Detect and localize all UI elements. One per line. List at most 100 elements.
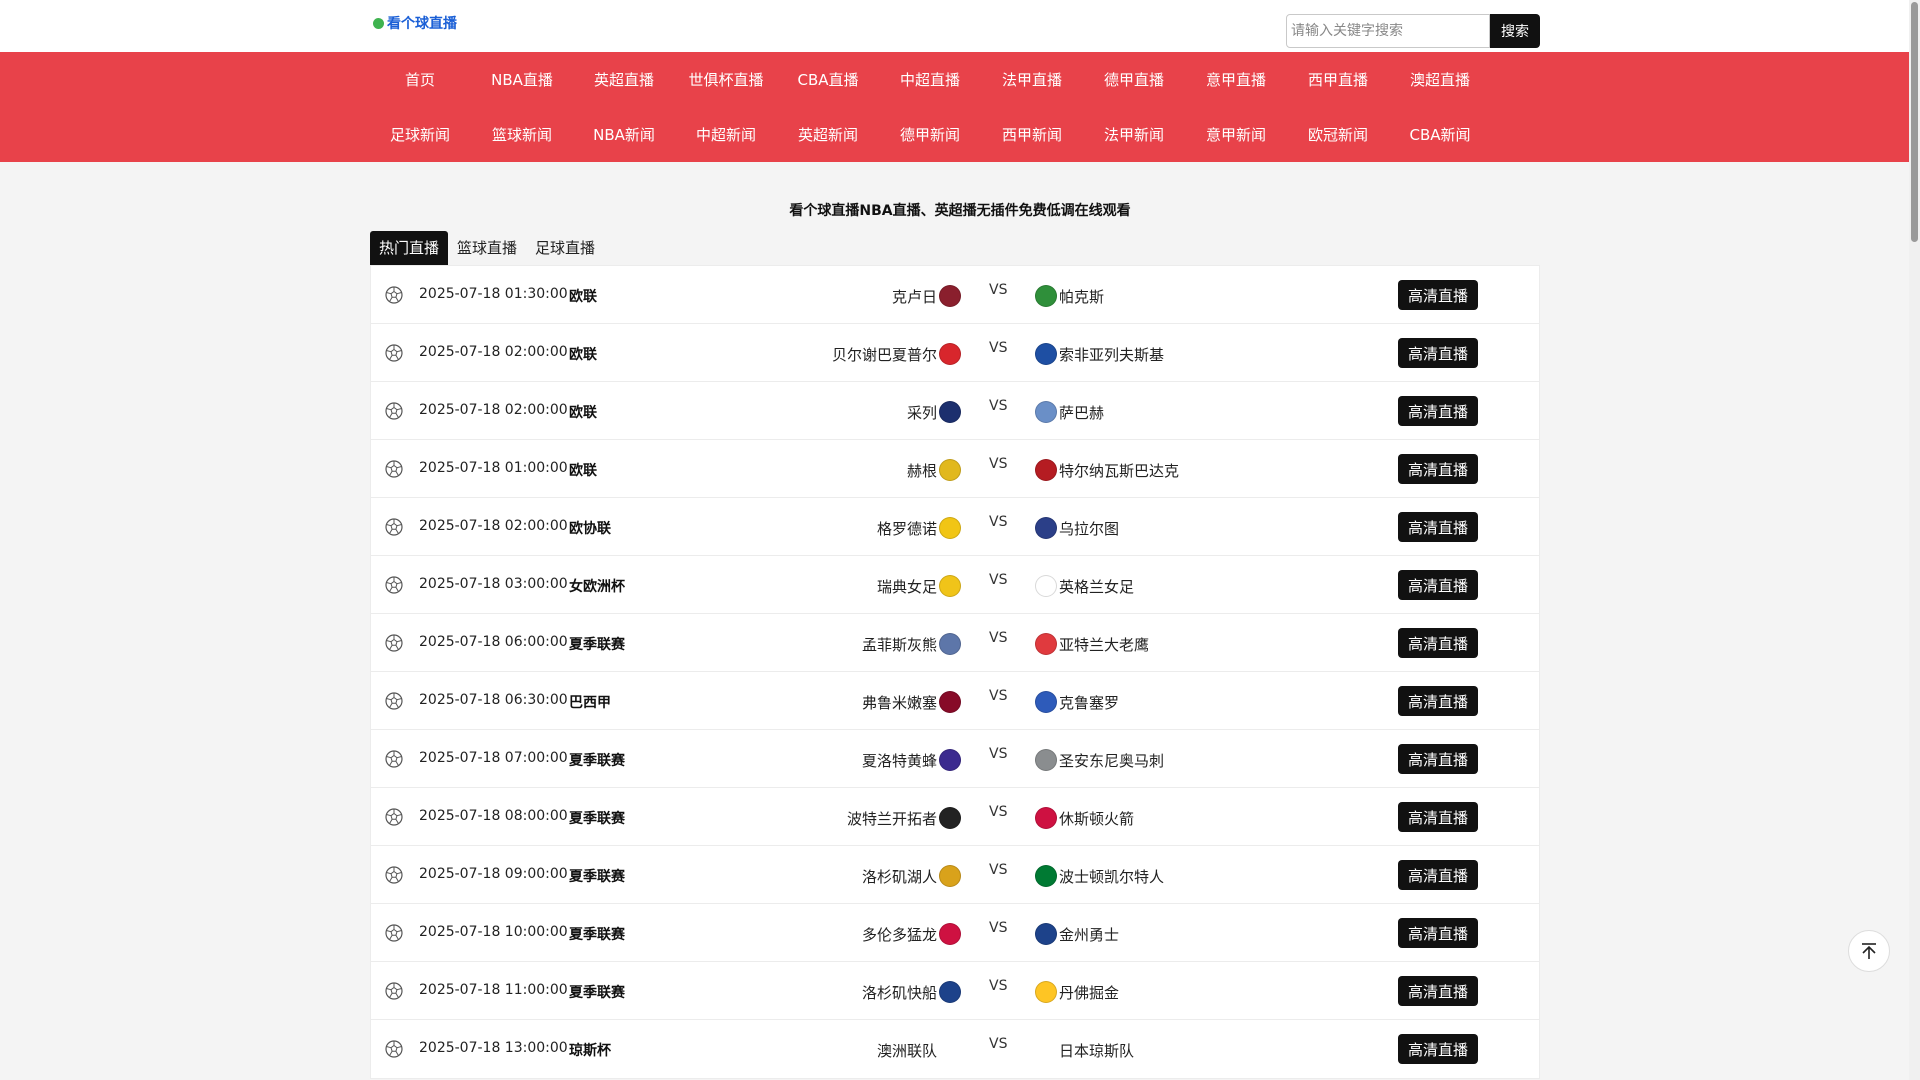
- home-team[interactable]: 格罗德诺: [877, 517, 961, 539]
- home-team-name: 波特兰开拓者: [846, 809, 937, 828]
- away-team[interactable]: 索非亚列夫斯基: [1035, 343, 1164, 365]
- nav-item[interactable]: CBA新闻: [1389, 124, 1491, 145]
- away-team[interactable]: 日本琼斯队: [1035, 1039, 1134, 1061]
- match-time: 2025-07-18 13:00:00: [419, 1040, 568, 1056]
- nav-item[interactable]: 篮球新闻: [471, 124, 573, 145]
- nav-item[interactable]: 意甲新闻: [1185, 124, 1287, 145]
- vs-label: VS: [989, 978, 1008, 994]
- soccer-ball-icon: [385, 460, 403, 478]
- scrollbar-thumb[interactable]: [1911, 2, 1918, 242]
- nav-item[interactable]: 澳超直播: [1389, 69, 1491, 90]
- away-team[interactable]: 丹佛掘金: [1035, 981, 1119, 1003]
- nav-item[interactable]: 英超新闻: [777, 124, 879, 145]
- away-team[interactable]: 波士顿凯尔特人: [1035, 865, 1164, 887]
- hd-live-button[interactable]: 高清直播: [1398, 918, 1478, 948]
- home-team-logo-icon: [939, 575, 961, 597]
- page-scrollbar[interactable]: [1909, 0, 1920, 1080]
- home-team[interactable]: 波特兰开拓者: [847, 807, 961, 829]
- nav-item[interactable]: 西甲直播: [1287, 69, 1389, 90]
- nav-item[interactable]: CBA直播: [777, 69, 879, 90]
- hd-live-button[interactable]: 高清直播: [1398, 280, 1478, 310]
- nav-item[interactable]: 首页: [369, 69, 471, 90]
- home-team[interactable]: 多伦多猛龙: [862, 923, 961, 945]
- hd-live-button[interactable]: 高清直播: [1398, 744, 1478, 774]
- away-team-name: 帕克斯: [1059, 287, 1105, 306]
- nav-item[interactable]: NBA直播: [471, 69, 573, 90]
- home-team[interactable]: 洛杉矶快船: [862, 981, 961, 1003]
- hd-live-button[interactable]: 高清直播: [1398, 338, 1478, 368]
- hd-live-button[interactable]: 高清直播: [1398, 396, 1478, 426]
- search-button[interactable]: 搜索: [1490, 14, 1540, 48]
- page-headline: 看个球直播NBA直播、英超播无插件免费低调在线观看: [789, 203, 1131, 219]
- nav-item[interactable]: 足球新闻: [369, 124, 471, 145]
- hd-live-button[interactable]: 高清直播: [1398, 454, 1478, 484]
- match-time: 2025-07-18 08:00:00: [419, 808, 568, 824]
- match-league: 欧联: [569, 463, 597, 479]
- tab-basketball[interactable]: 篮球直播: [448, 231, 526, 265]
- hd-live-button[interactable]: 高清直播: [1398, 628, 1478, 658]
- nav-item[interactable]: 西甲新闻: [981, 124, 1083, 145]
- home-team-logo-icon: [939, 1039, 961, 1061]
- home-team[interactable]: 瑞典女足: [877, 575, 961, 597]
- nav-item[interactable]: 欧冠新闻: [1287, 124, 1389, 145]
- nav-item[interactable]: 德甲直播: [1083, 69, 1185, 90]
- home-team[interactable]: 赫根: [907, 459, 961, 481]
- hd-live-button[interactable]: 高清直播: [1398, 512, 1478, 542]
- tab-hot[interactable]: 热门直播: [370, 231, 449, 265]
- match-time: 2025-07-18 11:00:00: [419, 982, 568, 998]
- home-team[interactable]: 克卢日: [892, 285, 961, 307]
- nav-item[interactable]: 法甲新闻: [1083, 124, 1185, 145]
- home-team[interactable]: 澳洲联队: [877, 1039, 961, 1061]
- away-team[interactable]: 休斯顿火箭: [1035, 807, 1134, 829]
- home-team-name: 贝尔谢巴夏普尔: [831, 345, 937, 364]
- away-team[interactable]: 英格兰女足: [1035, 575, 1134, 597]
- match-time: 2025-07-18 02:00:00: [419, 402, 568, 418]
- home-team[interactable]: 洛杉矶湖人: [862, 865, 961, 887]
- home-team[interactable]: 孟菲斯灰熊: [862, 633, 961, 655]
- away-team[interactable]: 帕克斯: [1035, 285, 1104, 307]
- nav-item[interactable]: 意甲直播: [1185, 69, 1287, 90]
- away-team[interactable]: 特尔纳瓦斯巴达克: [1035, 459, 1179, 481]
- hd-live-button[interactable]: 高清直播: [1398, 976, 1478, 1006]
- home-team-name: 洛杉矶湖人: [861, 867, 937, 886]
- top-bar: 看个球直播 搜索: [0, 0, 1920, 52]
- home-team[interactable]: 贝尔谢巴夏普尔: [832, 343, 961, 365]
- hd-live-button[interactable]: 高清直播: [1398, 802, 1478, 832]
- hd-live-button[interactable]: 高清直播: [1398, 570, 1478, 600]
- tab-football[interactable]: 足球直播: [526, 231, 604, 265]
- home-team-name: 格罗德诺: [876, 519, 937, 538]
- home-team[interactable]: 采列: [907, 401, 961, 423]
- nav-item[interactable]: 世俱杯直播: [675, 69, 777, 90]
- hd-live-button[interactable]: 高清直播: [1398, 1034, 1478, 1064]
- nav-item[interactable]: NBA新闻: [573, 124, 675, 145]
- back-to-top-button[interactable]: [1848, 930, 1890, 972]
- home-team[interactable]: 夏洛特黄蜂: [862, 749, 961, 771]
- nav-item[interactable]: 法甲直播: [981, 69, 1083, 90]
- hd-live-button[interactable]: 高清直播: [1398, 860, 1478, 890]
- hd-live-button[interactable]: 高清直播: [1398, 686, 1478, 716]
- away-team-logo-icon: [1035, 285, 1057, 307]
- away-team[interactable]: 克鲁塞罗: [1035, 691, 1119, 713]
- match-league: 欧联: [569, 347, 597, 363]
- home-team[interactable]: 弗鲁米嫩塞: [862, 691, 961, 713]
- away-team[interactable]: 金州勇士: [1035, 923, 1119, 945]
- nav-item[interactable]: 中超直播: [879, 69, 981, 90]
- away-team-name: 丹佛掘金: [1059, 983, 1120, 1002]
- match-time: 2025-07-18 02:00:00: [419, 518, 568, 534]
- home-team-logo-icon: [939, 865, 961, 887]
- search-input[interactable]: [1286, 14, 1490, 48]
- home-team-logo-icon: [939, 633, 961, 655]
- match-tabs: 热门直播 篮球直播 足球直播: [370, 231, 1540, 265]
- away-team[interactable]: 圣安东尼奥马刺: [1035, 749, 1164, 771]
- away-team[interactable]: 萨巴赫: [1035, 401, 1104, 423]
- search-bar: 搜索: [1286, 14, 1540, 48]
- away-team[interactable]: 亚特兰大老鹰: [1035, 633, 1149, 655]
- nav-item[interactable]: 英超直播: [573, 69, 675, 90]
- away-team-logo-icon: [1035, 865, 1057, 887]
- nav-item[interactable]: 中超新闻: [675, 124, 777, 145]
- away-team-name: 萨巴赫: [1059, 403, 1105, 422]
- site-logo[interactable]: 看个球直播: [373, 13, 457, 33]
- away-team[interactable]: 乌拉尔图: [1035, 517, 1119, 539]
- nav-item[interactable]: 德甲新闻: [879, 124, 981, 145]
- vs-label: VS: [989, 514, 1008, 530]
